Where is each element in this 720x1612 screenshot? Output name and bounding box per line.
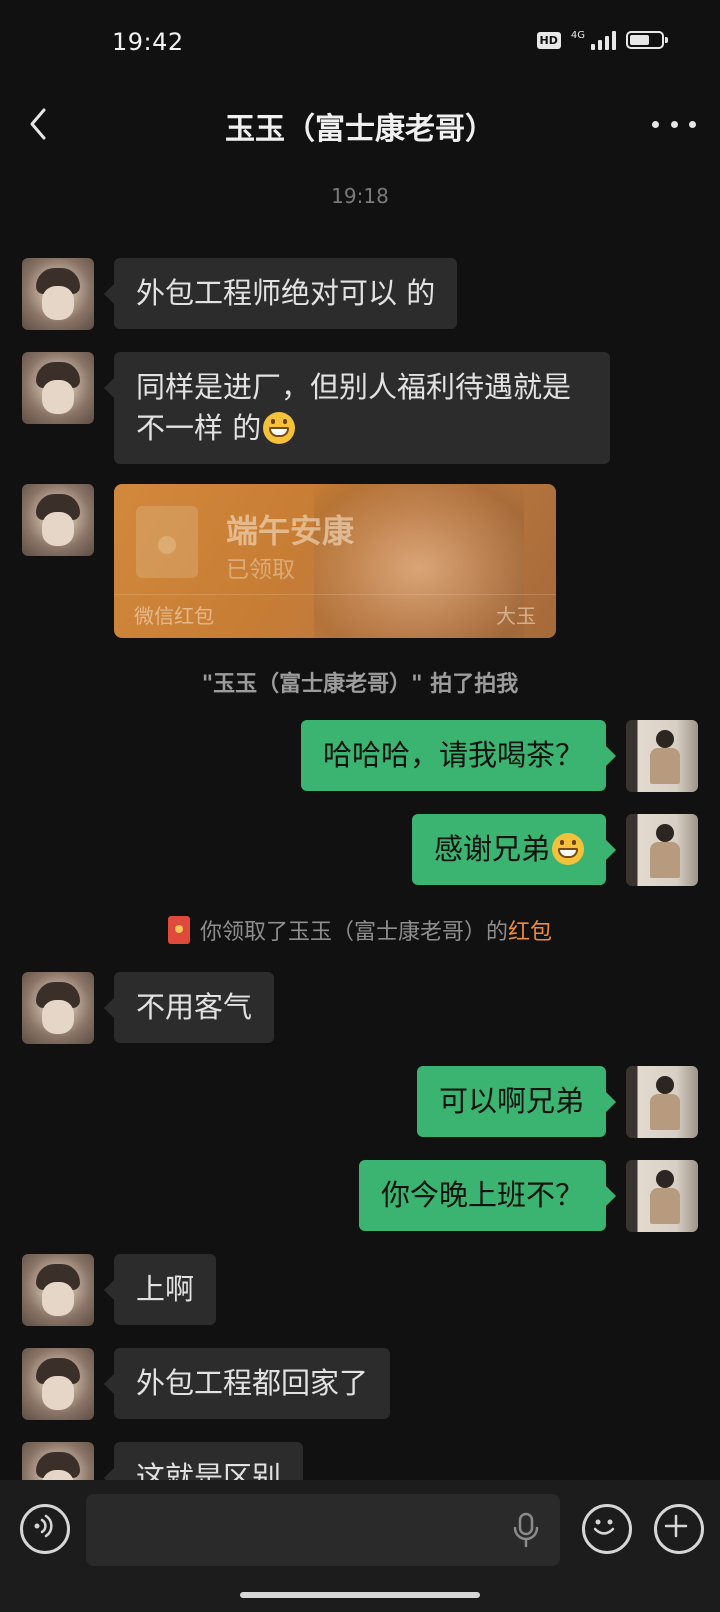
- contact-avatar[interactable]: [22, 972, 94, 1044]
- pat-notice: "玉玉（富士康老哥）" 拍了拍我: [201, 672, 519, 697]
- status-icons: HD 4G: [536, 29, 668, 50]
- message-bubble-incoming[interactable]: 外包工程都回家了: [103, 1348, 391, 1419]
- message-bubble-incoming[interactable]: 外包工程师绝对可以 的: [103, 258, 458, 329]
- microphone-icon[interactable]: [510, 1512, 542, 1548]
- red-packet-title: 端午安康: [226, 512, 355, 550]
- message-text: 同样是进厂，但别人福利待遇就是不一样 的: [136, 370, 572, 445]
- chat-header: 玉玉（富士康老哥）: [0, 90, 720, 160]
- more-dots-icon[interactable]: [652, 114, 696, 134]
- red-packet-notice-text: 你领取了玉玉（富士康老哥）的: [199, 920, 508, 945]
- message-text: 上啊: [136, 1272, 195, 1306]
- network-type-label: 4G: [570, 29, 585, 41]
- chat-title: 玉玉（富士康老哥）: [225, 112, 495, 147]
- message-bubble-incoming[interactable]: 上啊: [103, 1254, 217, 1325]
- my-avatar[interactable]: [626, 1160, 698, 1232]
- message-bubble-incoming[interactable]: 不用客气: [103, 972, 275, 1043]
- voice-input-icon[interactable]: [20, 1504, 70, 1554]
- status-bar: 19:42 HD 4G: [0, 0, 720, 90]
- chat-timestamp: 19:18: [331, 184, 389, 208]
- my-avatar[interactable]: [626, 814, 698, 886]
- grin-emoji-icon: [263, 412, 296, 444]
- message-text: 哈哈哈，请我喝茶？: [322, 738, 584, 772]
- message-bubble-outgoing[interactable]: 你今晚上班不？: [358, 1160, 617, 1231]
- signal-icon: [591, 30, 616, 50]
- message-text: 外包工程都回家了: [136, 1366, 369, 1400]
- red-packet-brand: 微信红包: [134, 604, 214, 628]
- contact-avatar[interactable]: [22, 1254, 94, 1326]
- hd-badge: HD: [536, 31, 561, 49]
- red-packet-mini-icon: [167, 916, 190, 944]
- message-input[interactable]: [86, 1494, 560, 1566]
- red-packet-link[interactable]: 红包: [508, 920, 552, 945]
- message-bubble-outgoing[interactable]: 感谢兄弟: [411, 814, 617, 885]
- contact-avatar[interactable]: [22, 258, 94, 330]
- message-text: 可以啊兄弟: [438, 1084, 584, 1118]
- message-text: 感谢兄弟: [433, 832, 550, 866]
- red-packet-card[interactable]: 端午安康 已领取 微信红包 大玉: [114, 484, 556, 638]
- message-text: 外包工程师绝对可以 的: [136, 276, 436, 310]
- status-time: 19:42: [112, 28, 184, 56]
- plus-icon[interactable]: [654, 1504, 704, 1554]
- message-bubble-outgoing[interactable]: 哈哈哈，请我喝茶？: [300, 720, 617, 791]
- my-avatar[interactable]: [626, 720, 698, 792]
- message-bubble-incoming[interactable]: 同样是进厂，但别人福利待遇就是不一样 的: [104, 352, 610, 464]
- grin-emoji-icon: [552, 833, 584, 865]
- home-indicator[interactable]: [240, 1592, 480, 1598]
- contact-avatar[interactable]: [22, 1348, 94, 1420]
- red-packet-sender: 大玉: [496, 604, 536, 628]
- red-packet-status: 已领取: [226, 557, 295, 583]
- message-text: 不用客气: [136, 990, 253, 1024]
- emoji-icon[interactable]: [582, 1504, 632, 1554]
- contact-avatar[interactable]: [22, 352, 94, 424]
- red-packet-notice: 你领取了玉玉（富士康老哥）的红包: [0, 914, 720, 946]
- my-avatar[interactable]: [626, 1066, 698, 1138]
- battery-level-fill: [630, 35, 649, 45]
- message-text: 你今晚上班不？: [380, 1178, 584, 1212]
- message-bubble-outgoing[interactable]: 可以啊兄弟: [416, 1066, 617, 1137]
- red-packet-divider: [114, 594, 556, 595]
- red-packet-icon: [136, 506, 198, 578]
- battery-icon: [626, 31, 668, 49]
- contact-avatar[interactable]: [22, 484, 94, 556]
